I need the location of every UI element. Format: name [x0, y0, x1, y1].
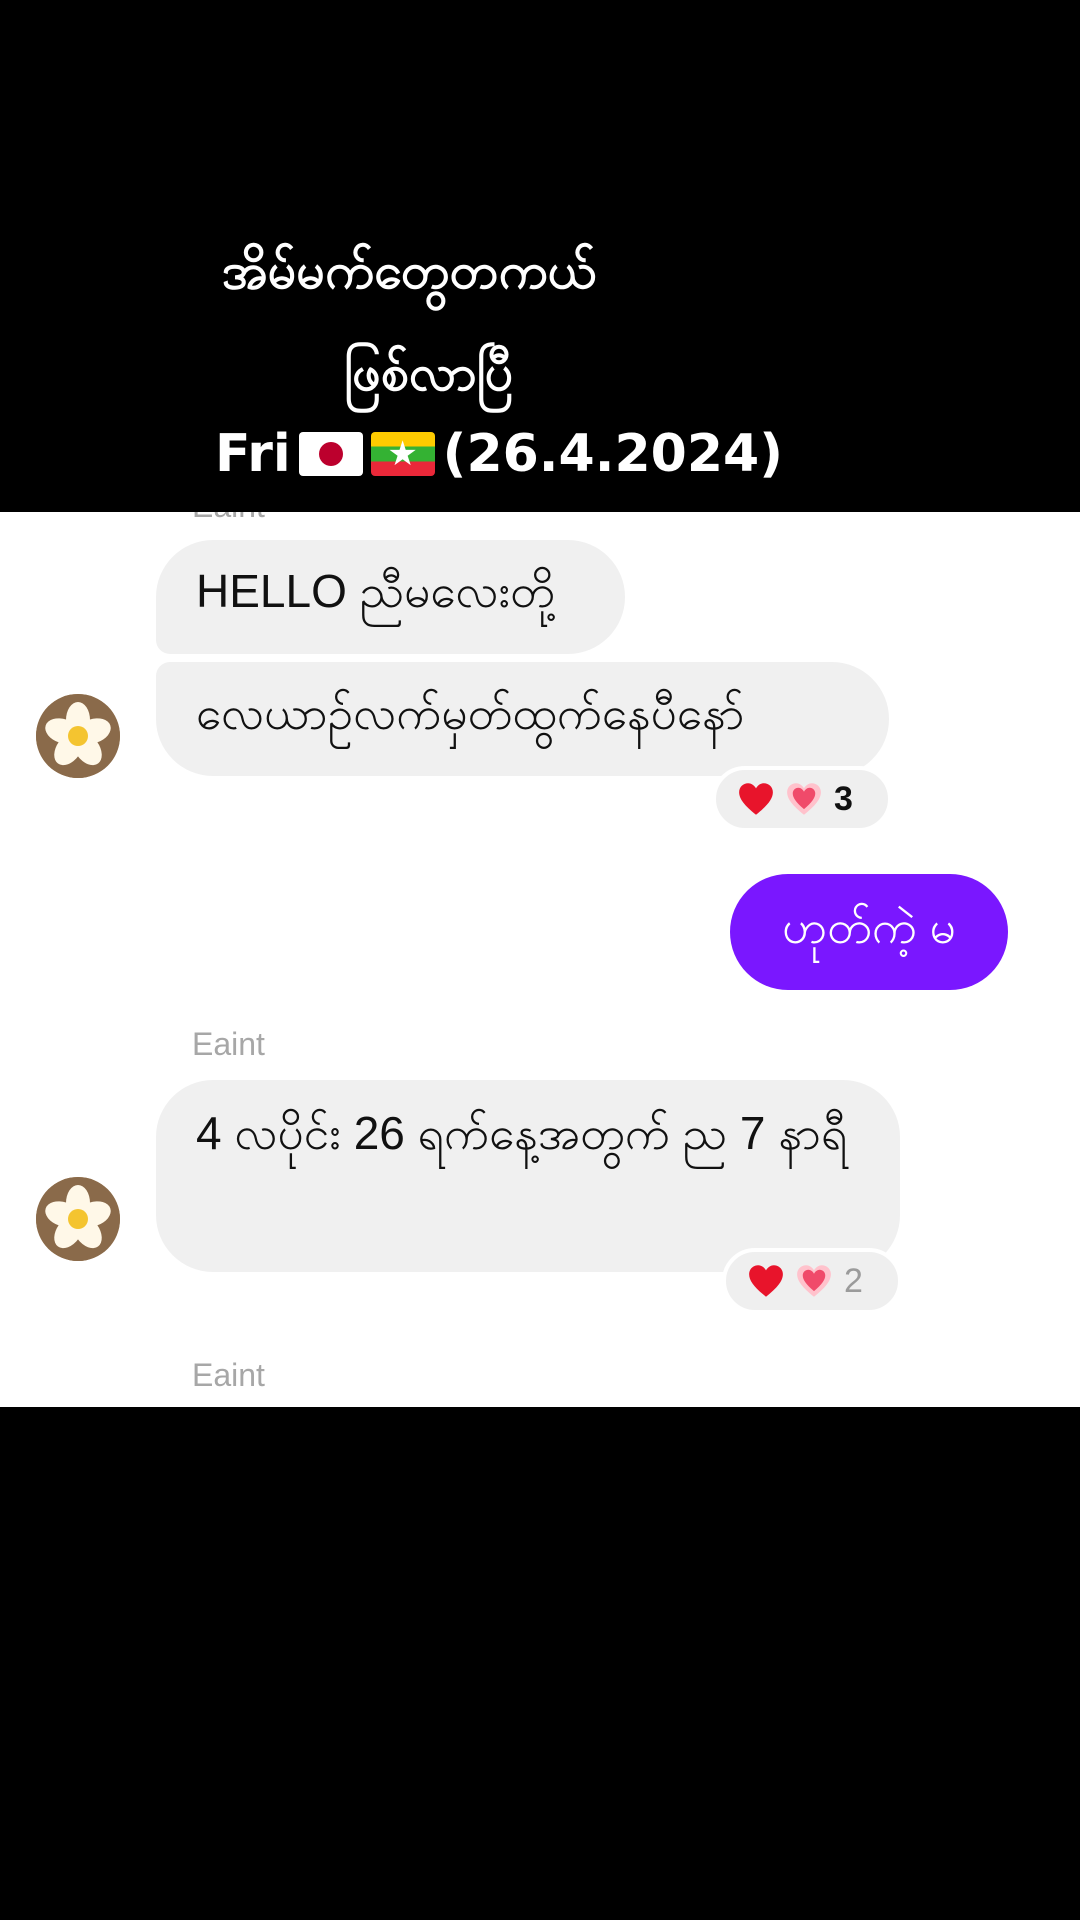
myanmar-flag-icon: ★	[370, 432, 435, 476]
japan-flag-icon	[298, 432, 363, 476]
sender-avatar[interactable]	[36, 1177, 120, 1261]
sparkling-heart-icon	[786, 782, 822, 816]
caption-line-1: အိမ်မက်တွေတကယ်	[222, 242, 596, 300]
message-reactions[interactable]: 2	[722, 1248, 902, 1314]
caption-date: (26.4.2024)	[442, 424, 783, 484]
sender-name: Eaint	[192, 1357, 265, 1393]
caption-day: Fri	[215, 424, 291, 484]
sender-avatar[interactable]	[36, 694, 120, 778]
sparkling-heart-icon	[796, 1264, 832, 1298]
sent-message[interactable]: ဟုတ်ကဲ့ မ	[730, 874, 1008, 990]
red-heart-icon	[738, 782, 774, 816]
red-heart-icon	[748, 1264, 784, 1298]
caption-date-line: Fri ★ (26.4.2024)	[215, 424, 783, 484]
received-message[interactable]: 4 လပိုင်း 26 ရက်နေ့အတွက် ည 7 နာရီ	[156, 1080, 900, 1272]
sender-name: Eaint	[192, 1026, 265, 1062]
sender-name-partial: Eaint	[192, 512, 265, 525]
chat-thread[interactable]: Eaint HELLO ညီမလေးတို့ လေယာဉ်လက်မှတ်ထွက်…	[0, 512, 1080, 1407]
reaction-count: 2	[844, 1261, 863, 1300]
reaction-count: 3	[834, 779, 853, 818]
message-reactions[interactable]: 3	[712, 766, 892, 832]
bottom-black-area	[0, 1407, 1080, 1920]
caption-overlay: အိမ်မက်တွေတကယ် ဖြစ်လာပြီ Fri ★ (26.4.202…	[0, 0, 1080, 512]
received-message[interactable]: HELLO ညီမလေးတို့	[156, 540, 625, 654]
caption-line-2: ဖြစ်လာပြီ	[344, 344, 514, 402]
received-message[interactable]: လေယာဉ်လက်မှတ်ထွက်နေပီနော်	[156, 662, 889, 776]
sent-message-text: ဟုတ်ကဲ့ မ	[782, 900, 956, 953]
